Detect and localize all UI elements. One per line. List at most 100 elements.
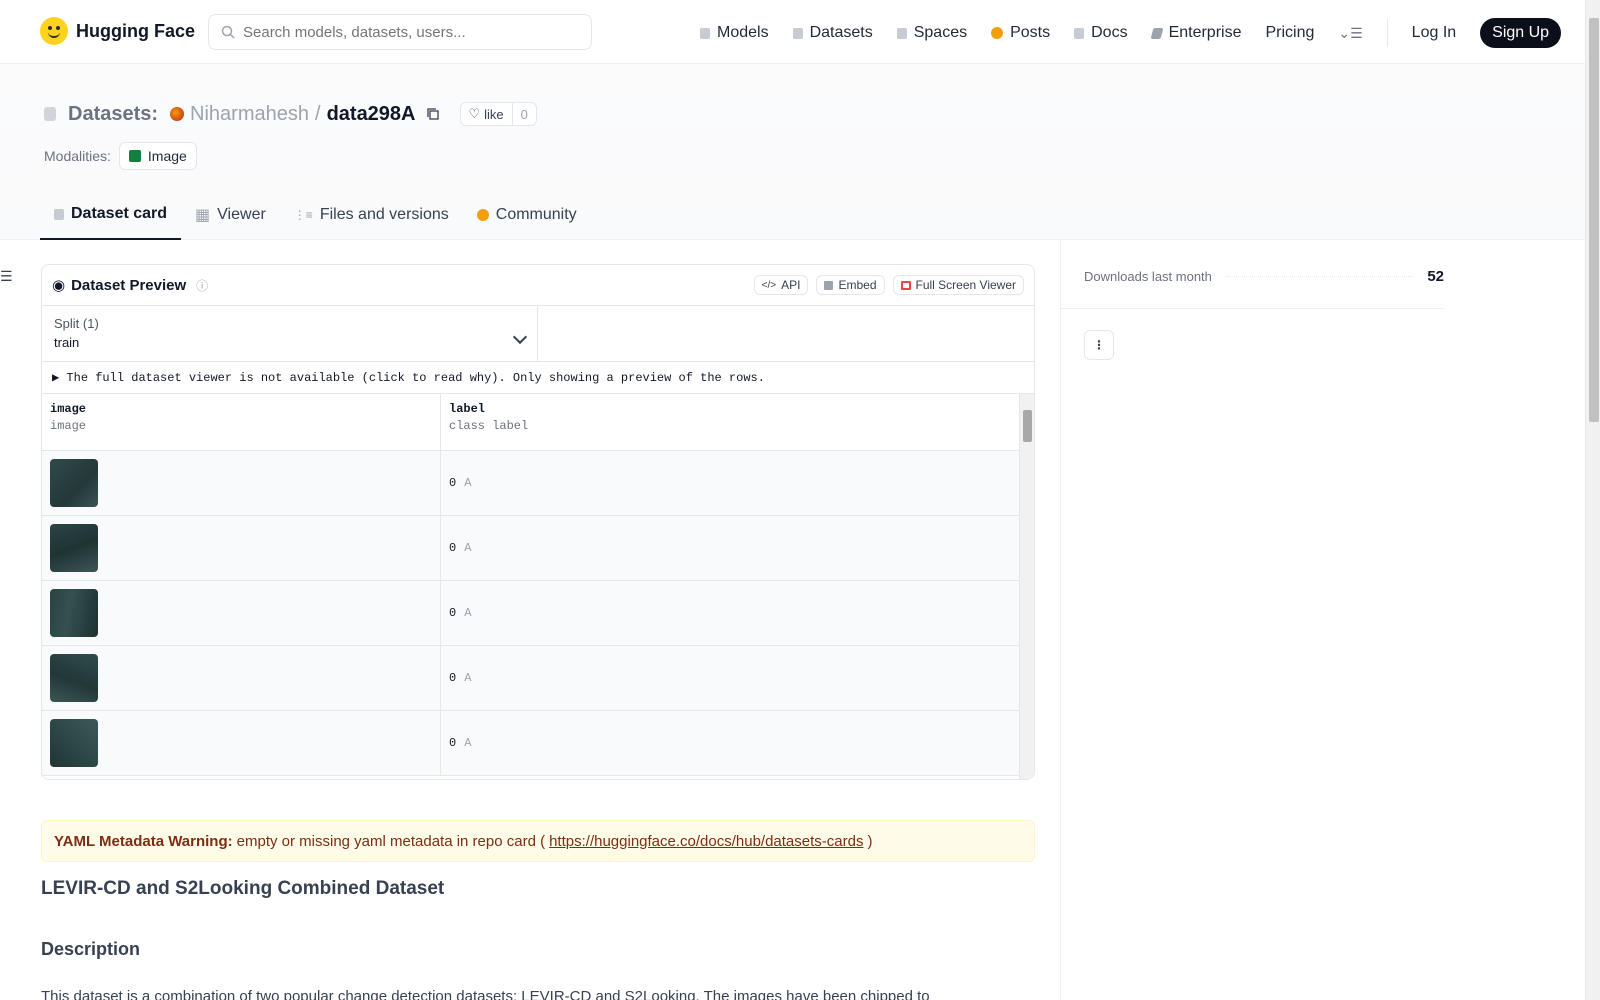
page-scrollbar[interactable] [1585, 0, 1600, 1000]
downloads-value: 52 [1427, 268, 1444, 285]
image-thumbnail[interactable] [50, 589, 98, 637]
tab-community[interactable]: Community [463, 190, 591, 240]
image-thumbnail[interactable] [50, 654, 98, 702]
nav-pricing[interactable]: Pricing [1265, 24, 1314, 42]
copy-icon[interactable] [426, 107, 440, 121]
description-heading: Description [41, 939, 141, 959]
breadcrumb-separator: / [315, 102, 321, 125]
signup-button[interactable]: Sign Up [1480, 18, 1562, 48]
datasets-link[interactable]: Datasets: [68, 103, 158, 126]
tab-dataset-card-label: Dataset card [71, 205, 168, 222]
preview-table: image image label class label 0A 0A 0A 0… [42, 394, 1034, 779]
downloads-label: Downloads last month [1084, 269, 1212, 284]
modality-label: Image [147, 148, 187, 164]
repo-tabs: Dataset card ▦ Viewer ⋮≡ Files and version… [40, 190, 591, 240]
tab-viewer[interactable]: ▦ Viewer [181, 190, 280, 240]
nav-more[interactable]: ⌄☰ [1338, 25, 1362, 42]
database-icon [792, 27, 803, 39]
yaml-docs-link[interactable]: https://huggingface.co/docs/hub/datasets… [549, 833, 863, 850]
fullscreen-table-icon [900, 280, 911, 290]
page-scrollbar-thumb[interactable] [1589, 18, 1599, 422]
nav-spaces[interactable]: Spaces [896, 24, 968, 42]
owner-link[interactable]: Niharmahesh [190, 103, 309, 126]
tab-files[interactable]: ⋮≡ Files and versions [280, 190, 463, 240]
dataset-preview: ◉ Dataset Preview ⓘ </> API Embed Full Sc… [41, 264, 1035, 780]
split-label: Split (1) [54, 316, 99, 331]
brand-name: Hugging Face [76, 20, 196, 41]
like-count: 0 [520, 106, 528, 122]
like-label: like [484, 106, 504, 122]
table-row: 0A [42, 451, 1034, 516]
book-icon [1074, 27, 1085, 39]
label-id: 0 [449, 476, 457, 490]
column-name: label [449, 402, 486, 416]
more-menu-icon: ⌄☰ [1338, 24, 1363, 41]
embed-button[interactable]: Embed [816, 275, 885, 295]
repo-header: Datasets: Niharmahesh / data298A ♡ like 0… [0, 64, 1585, 240]
repo-name-link[interactable]: data298A [327, 103, 416, 126]
preview-header: ◉ Dataset Preview ⓘ </> API Embed Full Sc… [42, 265, 1034, 306]
vertical-dots-icon: ⋮ [1093, 338, 1105, 352]
table-row: 0A [42, 646, 1034, 711]
viewer-unavailable-notice[interactable]: ▶ The full dataset viewer is not availab… [42, 362, 1034, 394]
image-thumbnail[interactable] [50, 719, 98, 767]
brand-link[interactable]: Hugging Face [40, 17, 195, 45]
info-icon[interactable]: ⓘ [196, 277, 208, 294]
nav-models-label: Models [717, 24, 769, 41]
table-icon: ▦ [195, 207, 211, 224]
nav-datasets[interactable]: Datasets [792, 24, 873, 42]
label-name: A [464, 476, 472, 490]
cube-icon [700, 27, 710, 39]
modality-chip[interactable]: Image [118, 142, 197, 170]
embed-icon [824, 280, 834, 290]
column-header-label: label class label [441, 394, 1020, 450]
hugging-face-logo-icon [40, 17, 68, 45]
full-screen-viewer-button[interactable]: Full Screen Viewer [892, 275, 1024, 295]
login-link[interactable]: Log In [1412, 24, 1456, 42]
search-box[interactable] [208, 14, 592, 50]
sidebar-toggle-icon[interactable]: ☰ [0, 268, 13, 285]
downloads-dots [1225, 276, 1414, 277]
yaml-warning-text: empty or missing yaml metadata in repo c… [236, 832, 546, 850]
nav-posts[interactable]: Posts [991, 24, 1050, 42]
api-button[interactable]: </> API [753, 275, 809, 295]
like-label-wrap: ♡ like [461, 103, 513, 125]
nav-spaces-label: Spaces [913, 24, 968, 41]
tab-dataset-card[interactable]: Dataset card [40, 190, 182, 240]
downloads-stat: Downloads last month 52 [1084, 268, 1444, 285]
nav-models[interactable]: Models [700, 24, 769, 42]
database-icon [44, 107, 56, 121]
table-header: image image label class label [42, 394, 1034, 451]
image-thumbnail[interactable] [50, 524, 98, 572]
nav-docs[interactable]: Docs [1074, 24, 1128, 42]
table-scrollbar-thumb[interactable] [1023, 410, 1032, 442]
owner-avatar [170, 107, 185, 121]
more-options-button[interactable]: ⋮ [1084, 330, 1114, 360]
yaml-warning-close: ) [867, 832, 873, 850]
community-icon [476, 209, 489, 221]
yaml-warning-title: YAML Metadata Warning: [54, 832, 233, 850]
preview-title: Dataset Preview [71, 276, 187, 294]
image-thumbnail[interactable] [50, 459, 98, 507]
tab-community-label: Community [495, 206, 577, 223]
split-value: train [54, 335, 80, 350]
label-name: A [464, 606, 472, 620]
table-scrollbar[interactable] [1019, 394, 1034, 779]
nav-pricing-label: Pricing [1265, 24, 1315, 41]
embed-label: Embed [838, 278, 877, 292]
search-input[interactable] [243, 23, 563, 41]
description-paragraph: This dataset is a combination of two pop… [41, 988, 930, 1000]
nav-divider [1386, 19, 1388, 47]
login-label: Log In [1411, 24, 1457, 41]
full-screen-label: Full Screen Viewer [915, 278, 1017, 292]
like-button[interactable]: ♡ like 0 [459, 102, 537, 126]
api-label: API [781, 278, 801, 292]
cube-icon [54, 208, 64, 220]
preview-actions: </> API Embed Full Screen Viewer [753, 275, 1024, 295]
breadcrumb: Datasets: Niharmahesh / data298A ♡ like 0 [44, 102, 537, 126]
label-id: 0 [449, 606, 457, 620]
split-selector[interactable]: Split (1) train [42, 306, 538, 361]
heart-icon: ♡ [468, 106, 481, 121]
nav-enterprise[interactable]: Enterprise [1150, 24, 1241, 42]
column-type: class label [449, 419, 529, 433]
